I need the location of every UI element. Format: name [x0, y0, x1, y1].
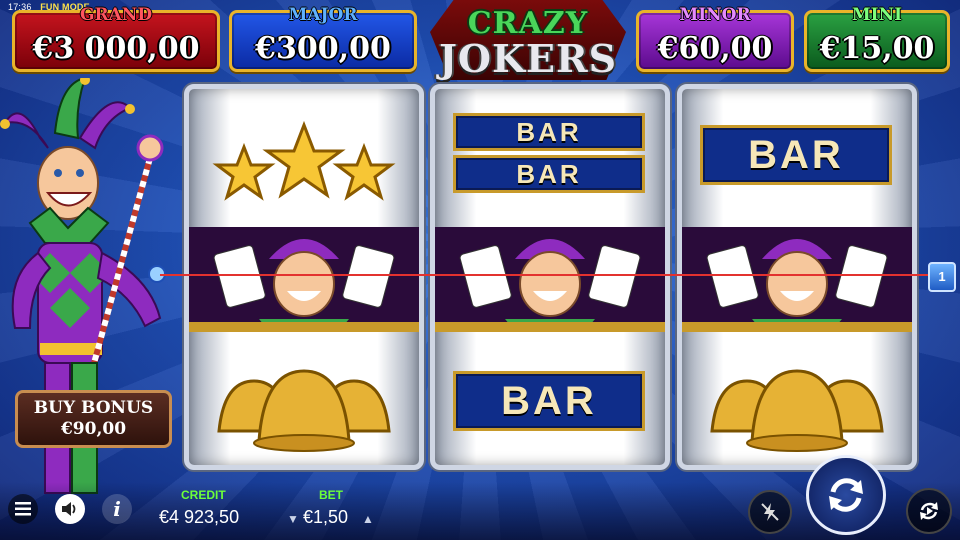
bar-symbol: BAR	[700, 125, 892, 185]
bet-increase-icon[interactable]: ▲	[362, 512, 374, 526]
game-logo: CRAZY JOKERS	[420, 0, 636, 88]
bar-symbol: BAR	[453, 371, 645, 431]
jackpot-minor-value: €60,00	[657, 31, 773, 66]
logo-jokers: JOKERS	[438, 36, 618, 81]
bells-symbol	[217, 369, 391, 452]
jackpot-major-value: €300,00	[255, 31, 391, 66]
bet-value: €1,50	[303, 507, 349, 527]
joker-symbol	[189, 227, 419, 332]
bar-symbol: BAR	[453, 113, 645, 151]
joker-symbol	[682, 227, 912, 332]
sound-button[interactable]	[55, 494, 85, 524]
reel-3: BAR	[677, 84, 917, 470]
buy-bonus-price: €90,00	[60, 419, 127, 439]
speaker-icon	[62, 502, 76, 516]
jackpot-grand-label: GRAND	[79, 5, 153, 25]
bet-label: BET	[319, 488, 343, 502]
spin-button[interactable]	[806, 455, 886, 535]
stars-symbol	[212, 120, 396, 201]
bells-symbol	[710, 369, 884, 452]
refresh-arrows-icon	[829, 478, 863, 512]
bet-decrease-icon[interactable]: ▼	[287, 512, 299, 526]
jackpot-minor: MINOR €60,00	[636, 5, 794, 72]
autoplay-icon	[920, 502, 938, 520]
credit-label: CREDIT	[181, 488, 226, 502]
jackpot-mini: MINI €15,00	[804, 5, 950, 72]
jackpot-mini-label: MINI	[851, 5, 903, 25]
reel-1	[184, 84, 424, 470]
autoplay-button[interactable]	[906, 488, 952, 534]
jackpot-minor-label: MINOR	[679, 5, 751, 25]
credit-value: €4 923,50	[159, 507, 240, 527]
jackpot-mini-value: €15,00	[819, 31, 935, 66]
reel-2: BAR BAR BAR	[430, 84, 670, 470]
jackpot-major-label: MAJOR	[288, 5, 358, 25]
info-button[interactable]: i	[102, 494, 132, 524]
jackpot-grand: GRAND €3 000,00	[12, 5, 220, 72]
buy-bonus-label: BUY BONUS	[33, 398, 154, 418]
turbo-button[interactable]	[748, 490, 792, 534]
payline	[160, 274, 930, 276]
jackpot-grand-value: €3 000,00	[32, 31, 200, 66]
joker-symbol	[435, 227, 665, 332]
lightning-disabled-icon	[761, 503, 779, 521]
jackpot-major: MAJOR €300,00	[229, 5, 417, 72]
payline-number-badge[interactable]: 1	[928, 262, 956, 292]
menu-button[interactable]	[8, 494, 38, 524]
hamburger-icon	[15, 502, 31, 516]
bar-symbol: BAR	[453, 155, 645, 193]
info-icon: i	[113, 497, 121, 521]
buy-bonus-button[interactable]: BUY BONUS €90,00	[15, 390, 172, 448]
